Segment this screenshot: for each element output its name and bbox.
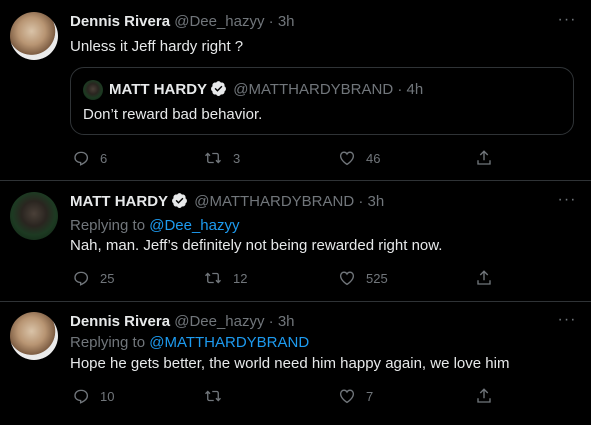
reply-button[interactable]: 6 [72,149,107,169]
share-button[interactable] [475,269,493,289]
retweet-count: 12 [233,271,248,286]
like-button[interactable]: 525 [338,269,388,289]
retweet-button[interactable]: 12 [203,269,247,289]
mention-link[interactable]: @MATTHARDYBRAND [149,334,309,351]
verified-badge-icon [171,192,188,215]
retweet-button[interactable]: 3 [203,149,240,169]
share-icon [477,150,491,165]
replying-to: Replying to @MATTHARDYBRAND [70,333,309,353]
share-button[interactable] [475,149,493,169]
tweet[interactable]: MATT HARDY @MATTHARDYBRAND · 3h ··· Repl… [0,181,591,301]
quote-text: Don’t reward bad behavior. [83,106,263,123]
tweet-text: Nah, man. Jeff’s definitely not being re… [70,237,443,254]
timestamp[interactable]: · 3h [269,313,295,330]
reply-icon [74,271,89,286]
avatar[interactable] [10,312,58,360]
share-icon [477,270,491,285]
author-name[interactable]: Dennis Rivera [70,313,170,330]
timestamp[interactable]: · 3h [269,13,295,30]
reply-button[interactable]: 25 [72,269,114,289]
replying-to: Replying to @Dee_hazyy [70,216,240,236]
quote-author-handle: @MATTHARDYBRAND [233,81,394,98]
share-icon [477,388,491,403]
tweet-header: Dennis Rivera @Dee_hazyy · 3h [70,12,295,32]
tweet[interactable]: Dennis Rivera @Dee_hazyy · 3h ··· Unless… [0,0,591,180]
replying-prefix: Replying to [70,334,146,351]
more-icon[interactable]: ··· [557,312,577,334]
author-name[interactable]: MATT HARDY [70,193,168,210]
tweet-text: Hope he gets better, the world need him … [70,355,510,372]
reply-count: 10 [100,389,115,404]
reply-count: 25 [100,271,115,286]
tweet-header: MATT HARDY @MATTHARDYBRAND · 3h [70,192,384,212]
reply-icon [74,389,89,404]
reply-button[interactable]: 10 [72,387,114,407]
like-button[interactable]: 46 [338,149,380,169]
author-handle[interactable]: @Dee_hazyy [174,313,264,330]
like-count: 525 [366,271,388,286]
replying-prefix: Replying to [70,217,146,234]
avatar [83,80,103,100]
share-button[interactable] [475,387,493,407]
tweet[interactable]: Dennis Rivera @Dee_hazyy · 3h ··· Replyi… [0,302,591,425]
avatar[interactable] [10,192,58,240]
retweet-count: 3 [233,151,241,166]
more-icon[interactable]: ··· [557,12,577,34]
tweet-text: Unless it Jeff hardy right ? [70,38,244,55]
retweet-icon [205,272,221,284]
reply-icon [74,151,89,166]
quote-author-name: MATT HARDY [109,81,208,98]
like-icon [339,271,355,286]
quote-timestamp: · 4h [397,81,424,98]
reply-count: 6 [100,151,108,166]
author-handle[interactable]: @Dee_hazyy [174,13,264,30]
like-count: 46 [366,151,381,166]
like-icon [339,389,355,404]
more-icon[interactable]: ··· [557,192,577,214]
retweet-button[interactable] [203,387,233,407]
verified-badge-icon [210,80,227,103]
tweet-header: Dennis Rivera @Dee_hazyy · 3h [70,312,295,332]
retweet-icon [205,390,221,402]
like-icon [339,151,355,166]
quote-header: MATT HARDY @MATTHARDYBRAND · 4h [83,80,423,100]
retweet-icon [205,152,221,164]
author-name[interactable]: Dennis Rivera [70,13,170,30]
like-count: 7 [366,389,374,404]
like-button[interactable]: 7 [338,387,373,407]
mention-link[interactable]: @Dee_hazyy [149,217,239,234]
author-handle[interactable]: @MATTHARDYBRAND [194,193,354,210]
quote-tweet[interactable]: MATT HARDY @MATTHARDYBRAND · 4h Don’t re… [70,67,574,135]
avatar[interactable] [10,12,58,60]
timestamp[interactable]: · 3h [358,193,384,210]
